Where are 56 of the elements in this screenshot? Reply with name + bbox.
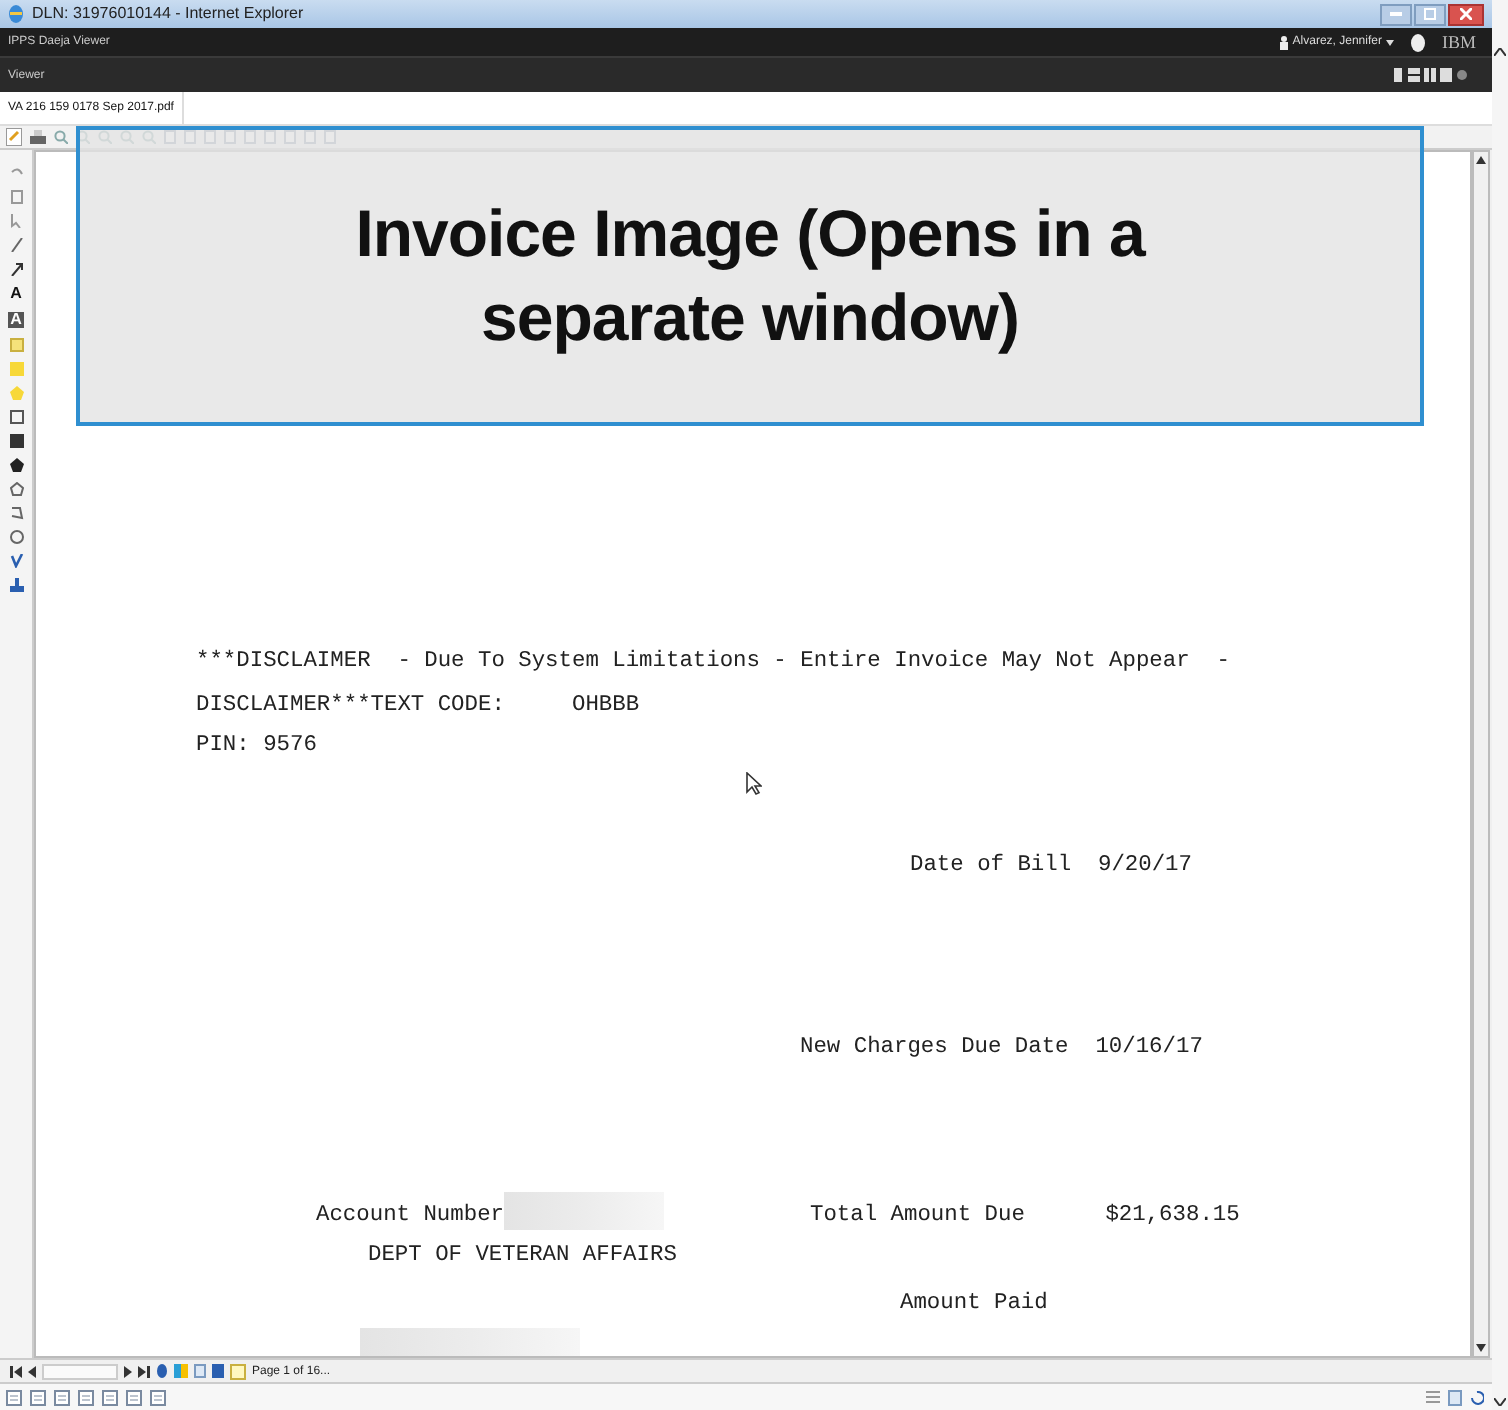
document-text: DISCLAIMER***TEXT CODE: OHBBB: [196, 692, 640, 720]
document-text: Account Number: [316, 1202, 504, 1230]
document-text: DEPT OF VETERAN AFFAIRS: [368, 1242, 677, 1270]
page-icon[interactable]: [9, 190, 23, 204]
document-text: New Charges Due Date 10/16/17: [800, 1034, 1203, 1062]
window-title: DLN: 31976010144 - Internet Explorer: [32, 6, 304, 22]
scroll-down-icon[interactable]: [1476, 1344, 1486, 1352]
facing-pages-icon[interactable]: [78, 1389, 94, 1405]
document-text: PIN: 9576: [196, 732, 317, 760]
brand-logo: IBM: [1441, 33, 1476, 51]
columns-view-icon[interactable]: [1424, 68, 1436, 82]
rectangle-icon[interactable]: [9, 410, 23, 424]
document-text: Amount Paid: [900, 1290, 1048, 1318]
two-page-icon[interactable]: [54, 1389, 70, 1405]
scroll-up-icon[interactable]: [1494, 48, 1506, 56]
caret-icon: [1385, 39, 1394, 45]
document-text: Date of Bill 9/20/17: [910, 852, 1192, 880]
document-text: Total Amount Due $21,638.15: [810, 1202, 1240, 1230]
scroll-up-icon[interactable]: [1476, 156, 1486, 164]
browser-icon: [8, 4, 24, 24]
pen-icon[interactable]: [9, 554, 23, 568]
person-icon: [1280, 35, 1289, 49]
split-view-icon[interactable]: [1408, 68, 1420, 82]
print-icon[interactable]: [30, 129, 46, 145]
page-icon[interactable]: [194, 1364, 206, 1378]
callout-text: Invoice Image (Opens in a separate window): [353, 194, 1148, 358]
close-icon: [1460, 8, 1472, 20]
color-palette-icon[interactable]: [174, 1364, 188, 1378]
cursor-icon: [746, 772, 762, 796]
next-page-icon[interactable]: [124, 1365, 132, 1377]
previous-page-icon[interactable]: [28, 1365, 36, 1377]
first-page-icon[interactable]: [10, 1365, 22, 1377]
settings-icon[interactable]: [1456, 68, 1468, 82]
text-tool[interactable]: A: [8, 312, 24, 328]
text-tool[interactable]: A: [10, 286, 22, 302]
scroll-down-icon[interactable]: [1494, 1398, 1506, 1406]
restore-icon: [1424, 8, 1436, 20]
last-page-icon[interactable]: [138, 1365, 150, 1377]
stamp-icon[interactable]: [9, 578, 23, 592]
continuous-icon[interactable]: [102, 1389, 118, 1405]
single-view-icon[interactable]: [1392, 68, 1404, 82]
page-number-field[interactable]: [42, 1363, 118, 1379]
polygon-outline-icon[interactable]: [9, 482, 23, 496]
filled-rectangle-icon[interactable]: [9, 434, 23, 448]
zoom-icon[interactable]: [54, 130, 68, 144]
line-icon[interactable]: [9, 238, 23, 252]
document-text: ***DISCLAIMER - Due To System Limitations - Entire Invoice May Not Appear -: [196, 648, 1230, 676]
refresh-icon[interactable]: [1470, 1389, 1484, 1405]
close-button[interactable]: [1448, 3, 1484, 25]
single-page-icon[interactable]: [6, 1389, 22, 1405]
filled-polygon-icon[interactable]: [9, 458, 23, 472]
page-icon[interactable]: [1448, 1389, 1462, 1405]
arrow-icon[interactable]: [9, 262, 23, 276]
note-icon[interactable]: [6, 128, 22, 146]
minimize-icon: [1390, 12, 1402, 16]
circle-icon[interactable]: [9, 530, 23, 544]
